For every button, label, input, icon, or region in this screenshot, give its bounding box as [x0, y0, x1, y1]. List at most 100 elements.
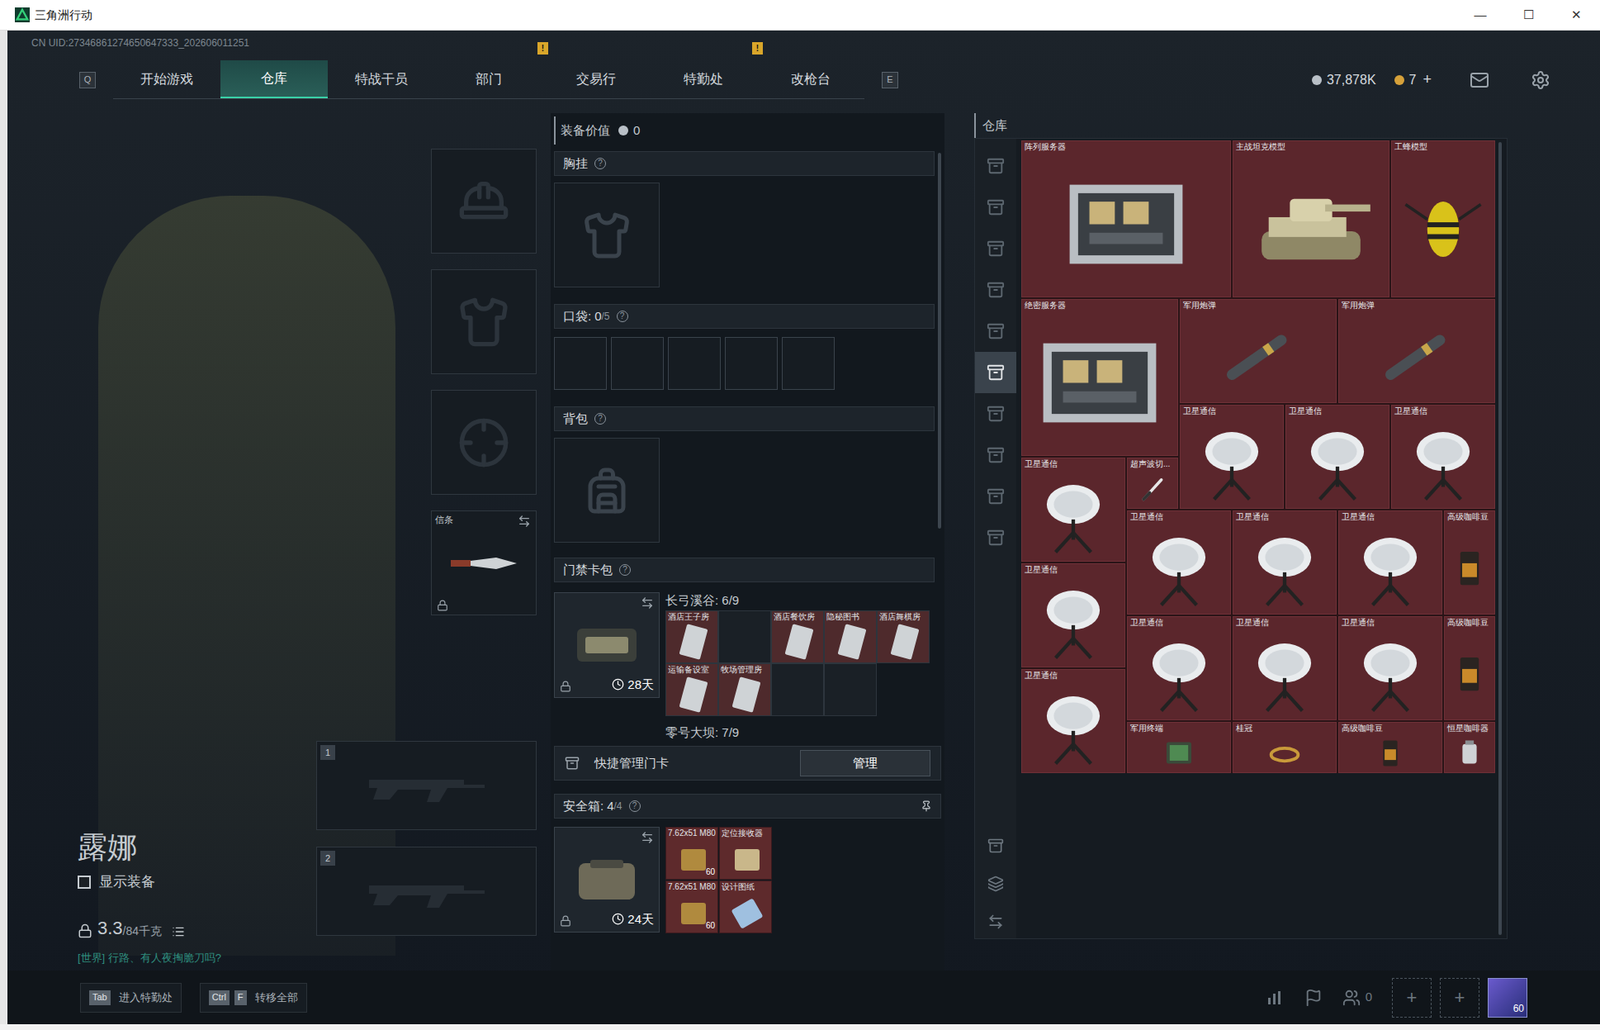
player-avatar[interactable]: 60: [1487, 977, 1528, 1018]
key-hint[interactable]: Tab进入特勤处: [80, 982, 182, 1013]
chest-rig-slot[interactable]: [553, 182, 660, 288]
keycard-slot[interactable]: 隐秘图书: [823, 610, 877, 663]
warehouse-tab[interactable]: [975, 269, 1017, 311]
mail-icon[interactable]: [1469, 70, 1490, 90]
warehouse-item[interactable]: 卫星通信: [1285, 404, 1390, 509]
main-tab[interactable]: 改枪台: [757, 60, 865, 99]
weight-detail-icon[interactable]: [171, 924, 185, 938]
manage-button[interactable]: 管理: [800, 749, 931, 777]
keycard-slot[interactable]: [718, 610, 772, 663]
key-hint[interactable]: CtrlF转移全部: [199, 982, 308, 1013]
warehouse-item[interactable]: 桂冠: [1232, 721, 1337, 773]
loadout-scrollbar[interactable]: [937, 151, 942, 741]
warehouse-item[interactable]: 高级咖啡豆: [1443, 510, 1496, 615]
pocket-slot[interactable]: [610, 336, 664, 390]
warehouse-item[interactable]: 军用终端: [1126, 721, 1231, 773]
gear-slot[interactable]: [430, 389, 537, 495]
gear-slot[interactable]: 信条: [430, 510, 537, 616]
warehouse-tab[interactable]: [975, 392, 1017, 435]
help-mark[interactable]: ?: [594, 157, 606, 170]
warehouse-tab[interactable]: [975, 475, 1017, 517]
warehouse-item[interactable]: 卫星通信: [1126, 615, 1231, 720]
currency[interactable]: 37,878K: [1311, 70, 1377, 90]
help-mark[interactable]: ?: [629, 800, 641, 812]
keycard-slot[interactable]: 牧场管理房: [718, 662, 772, 716]
safe-item[interactable]: 7.62x51 M8060: [665, 880, 719, 933]
warehouse-item[interactable]: 卫星通信: [1021, 563, 1126, 668]
warehouse-item[interactable]: 工蜂模型: [1391, 140, 1496, 298]
warehouse-item[interactable]: 阵列服务器: [1021, 140, 1231, 298]
main-tab[interactable]: 特勤处!: [649, 60, 758, 99]
warehouse-tab[interactable]: [975, 516, 1017, 559]
warehouse-tab[interactable]: [975, 434, 1017, 476]
keycard-slot[interactable]: 酒店王子房: [665, 610, 719, 663]
currency[interactable]: 7: [1394, 70, 1417, 90]
warehouse-item[interactable]: 主战坦克模型: [1232, 140, 1390, 298]
pocket-slot[interactable]: [724, 336, 778, 390]
warehouse-item[interactable]: 卫星通信: [1391, 404, 1496, 509]
main-tab[interactable]: 仓库: [220, 60, 328, 99]
swap-icon[interactable]: [640, 596, 654, 610]
warehouse-item[interactable]: 卫星通信: [1232, 510, 1337, 615]
warehouse-item[interactable]: 恒星咖啡器: [1443, 721, 1496, 773]
pin-icon[interactable]: [920, 800, 933, 812]
backpack-slot[interactable]: [553, 437, 660, 543]
keycard-slot[interactable]: 酒店舞棋房: [876, 610, 930, 663]
safe-item[interactable]: 7.62x51 M8060: [665, 826, 719, 880]
show-equipment-checkbox[interactable]: 显示装备: [77, 871, 317, 893]
help-mark[interactable]: ?: [619, 563, 631, 576]
keycard-case[interactable]: 28天: [553, 591, 660, 698]
swap-icon[interactable]: [517, 514, 531, 528]
main-tab[interactable]: 交易行: [542, 60, 650, 99]
layers-icon[interactable]: [987, 875, 1004, 892]
warehouse-scrollbar[interactable]: [1498, 142, 1502, 935]
add-currency-button[interactable]: +: [1422, 68, 1432, 91]
warehouse-item[interactable]: 卫星通信: [1179, 404, 1284, 509]
window-control[interactable]: —: [1456, 0, 1505, 31]
invite-slot[interactable]: +: [1439, 977, 1480, 1018]
keycard-slot[interactable]: 运输备设室: [665, 662, 719, 716]
settings-icon[interactable]: [1530, 70, 1551, 90]
pocket-slot[interactable]: [781, 336, 835, 390]
warehouse-item[interactable]: 绝密服务器: [1021, 298, 1179, 456]
gear-slot[interactable]: [430, 269, 537, 374]
prev-tab-key[interactable]: Q: [79, 71, 96, 89]
main-tab[interactable]: 开始游戏: [113, 60, 221, 99]
friends-count[interactable]: 0: [1342, 987, 1373, 1007]
main-tab[interactable]: 部门!: [435, 60, 543, 99]
keycard-slot[interactable]: [823, 662, 877, 716]
warehouse-item[interactable]: 军用炮弹: [1179, 298, 1337, 403]
main-tab[interactable]: 特战干员: [327, 60, 436, 99]
warehouse-item[interactable]: 卫星通信: [1338, 510, 1443, 615]
swap-icon[interactable]: [640, 830, 654, 844]
sort-icon[interactable]: [987, 837, 1004, 854]
invite-slot[interactable]: +: [1391, 977, 1432, 1018]
window-control[interactable]: ☐: [1504, 0, 1553, 31]
next-tab-key[interactable]: E: [881, 71, 899, 89]
warehouse-item[interactable]: 卫星通信: [1232, 615, 1337, 720]
warehouse-tab[interactable]: [975, 351, 1017, 393]
warehouse-tab[interactable]: [975, 310, 1017, 352]
pocket-slot[interactable]: [553, 336, 607, 390]
warehouse-item[interactable]: 超声波切...: [1126, 457, 1179, 509]
safe-item[interactable]: 设计图纸: [719, 880, 772, 933]
warehouse-item[interactable]: 卫星通信: [1021, 457, 1126, 562]
warehouse-item[interactable]: 高级咖啡豆: [1443, 615, 1496, 720]
warehouse-item[interactable]: 高级咖啡豆: [1338, 721, 1443, 773]
warehouse-item[interactable]: 卫星通信: [1338, 615, 1443, 720]
help-mark[interactable]: ?: [616, 310, 629, 322]
stats-icon[interactable]: [1264, 987, 1285, 1008]
warehouse-item[interactable]: 卫星通信: [1126, 510, 1231, 615]
help-mark[interactable]: ?: [594, 412, 606, 425]
warehouse-tab[interactable]: [975, 145, 1017, 187]
warehouse-item[interactable]: 卫星通信: [1021, 668, 1126, 773]
warehouse-item[interactable]: 军用炮弹: [1338, 298, 1496, 403]
gear-slot[interactable]: [430, 148, 537, 254]
flag-icon[interactable]: [1304, 988, 1323, 1007]
weapon-slot[interactable]: 1: [316, 740, 537, 830]
safe-case[interactable]: 24天: [553, 826, 660, 933]
warehouse-tab[interactable]: [975, 227, 1017, 270]
pocket-slot[interactable]: [667, 336, 721, 390]
keycard-slot[interactable]: [771, 662, 824, 716]
transfer-icon[interactable]: [987, 913, 1004, 930]
